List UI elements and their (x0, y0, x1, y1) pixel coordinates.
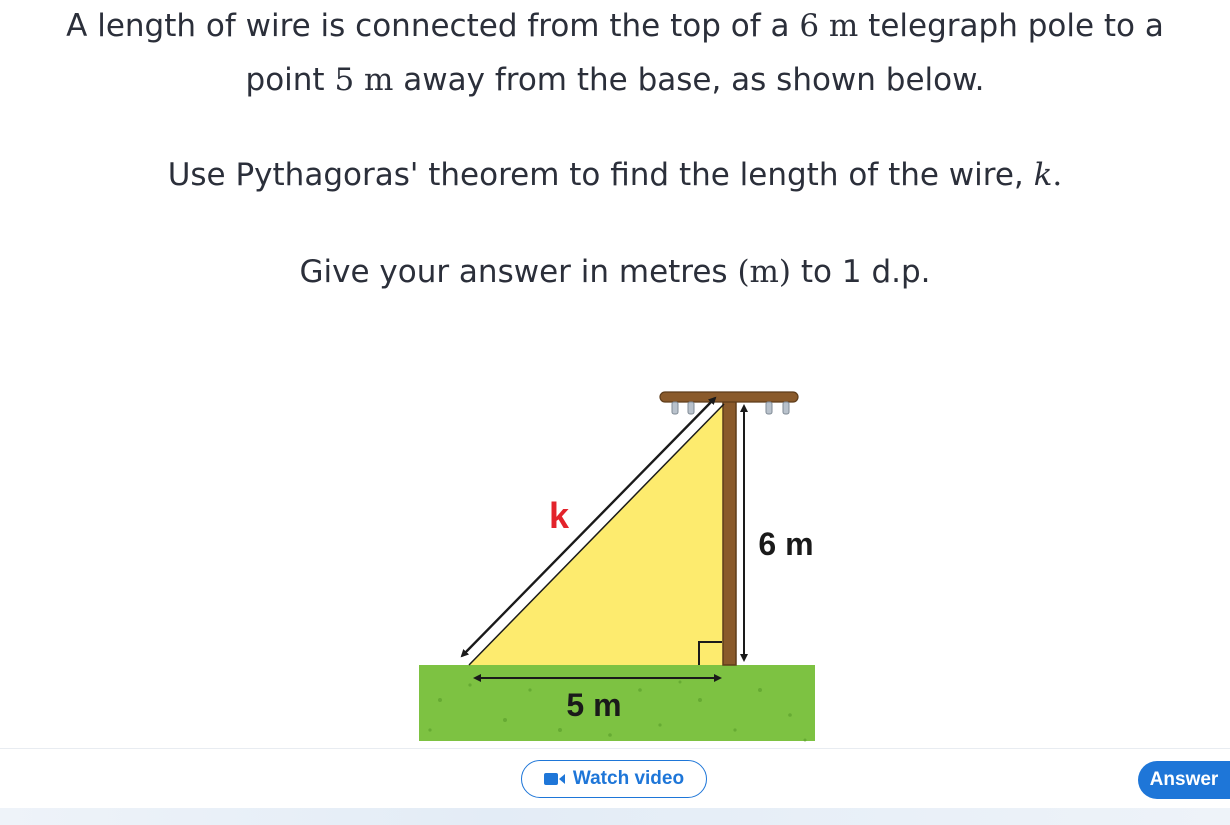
telegraph-pole (722, 398, 737, 666)
watch-video-label: Watch video (572, 768, 685, 789)
watch-video-button[interactable]: Watch video (521, 760, 707, 798)
divider (0, 748, 1230, 749)
telegraph-pole-diagram: k 6 m 5 m (419, 391, 815, 742)
video-camera-icon (543, 772, 566, 786)
answer-button[interactable]: Answer (1138, 761, 1230, 799)
hyp-label: k (549, 495, 570, 536)
base-label: 5 m (566, 687, 621, 723)
pole-crossbar (659, 391, 799, 403)
answer-label: Answer (1149, 769, 1219, 790)
height-label: 6 m (758, 526, 813, 562)
bottom-bar (0, 808, 1230, 825)
